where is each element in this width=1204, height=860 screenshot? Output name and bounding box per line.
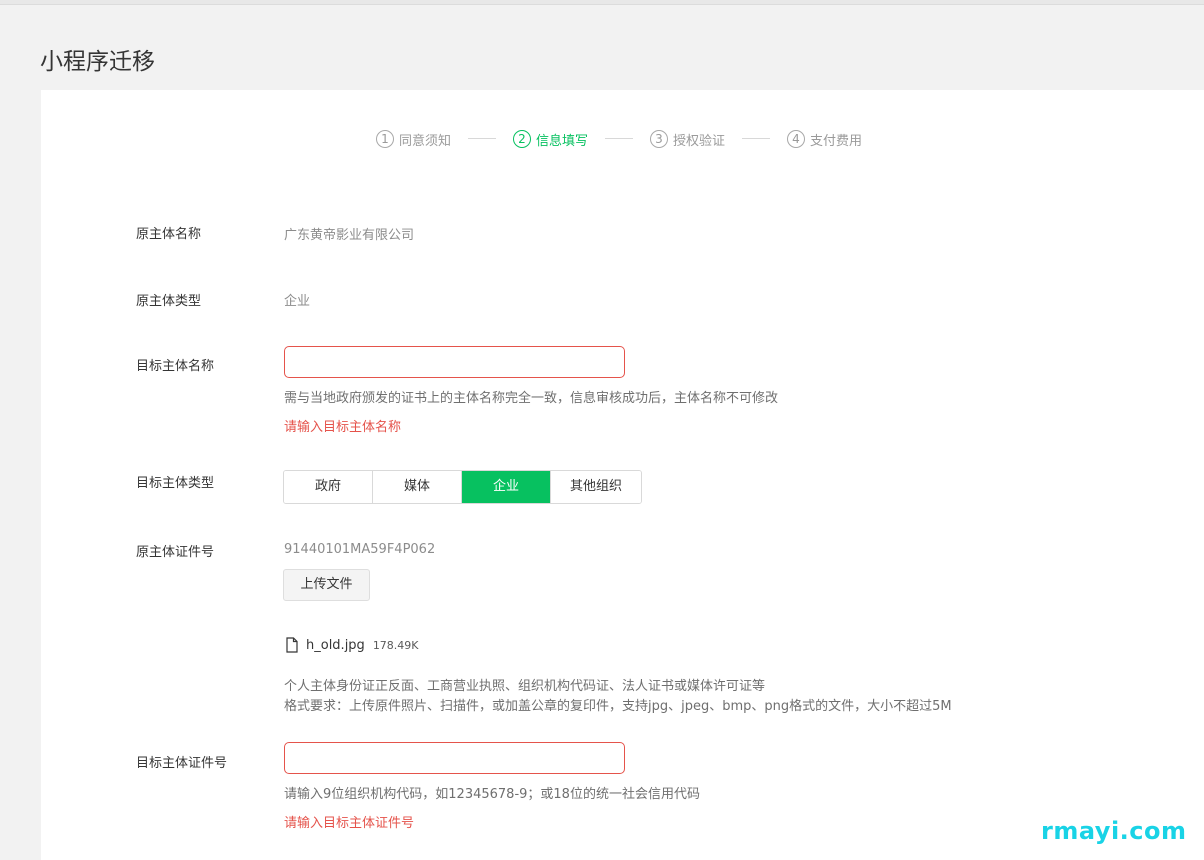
step-4-label: 支付费用	[810, 133, 863, 149]
target-name-error: 请输入目标主体名称	[284, 420, 402, 435]
step-divider	[605, 138, 633, 139]
target-name-hint: 需与当地政府颁发的证书上的主体名称完全一致，信息审核成功后，主体名称不可修改	[284, 391, 779, 406]
step-1-label: 同意须知	[399, 133, 452, 149]
file-name: h_old.jpg	[306, 637, 365, 653]
step-2: 2 信息填写	[513, 128, 588, 150]
step-1-number: 1	[376, 130, 394, 148]
uploaded-file[interactable]: h_old.jpg 178.49K	[286, 636, 419, 654]
cert-hint-format: 格式要求：上传原件照片、扫描件，或加盖公章的复印件，支持jpg、jpeg、bmp…	[284, 699, 952, 714]
step-divider	[742, 138, 770, 139]
step-divider	[468, 138, 496, 139]
step-4-number: 4	[787, 130, 805, 148]
type-option-enterprise[interactable]: 企业	[462, 471, 551, 503]
original-name-label: 原主体名称	[136, 227, 202, 242]
step-2-number: 2	[513, 130, 531, 148]
step-3: 3 授权验证	[650, 128, 725, 150]
step-3-number: 3	[650, 130, 668, 148]
original-name-value: 广东黄帝影业有限公司	[284, 228, 415, 243]
step-1: 1 同意须知	[376, 128, 451, 150]
target-cert-label: 目标主体证件号	[136, 756, 228, 771]
file-icon	[286, 637, 298, 653]
watermark-text: rmayi.com	[1041, 817, 1187, 845]
step-3-label: 授权验证	[673, 133, 726, 149]
cert-hint-types: 个人主体身份证正反面、工商营业执照、组织机构代码证、法人证书或媒体许可证等	[284, 679, 766, 694]
target-name-input[interactable]	[284, 346, 625, 378]
original-type-value: 企业	[284, 294, 311, 309]
step-4: 4 支付费用	[787, 128, 862, 150]
target-name-label: 目标主体名称	[136, 359, 215, 374]
step-2-label: 信息填写	[536, 133, 589, 149]
target-cert-input[interactable]	[284, 742, 625, 774]
target-type-selector: 政府 媒体 企业 其他组织	[283, 470, 642, 504]
target-cert-error: 请输入目标主体证件号	[284, 816, 415, 831]
original-cert-label: 原主体证件号	[136, 545, 215, 560]
page-title: 小程序迁移	[40, 49, 155, 75]
original-cert-value: 91440101MA59F4P062	[284, 542, 436, 557]
type-option-other-org[interactable]: 其他组织	[551, 471, 641, 503]
type-option-media[interactable]: 媒体	[373, 471, 462, 503]
target-type-label: 目标主体类型	[136, 476, 215, 491]
top-bar	[0, 0, 1204, 5]
upload-file-button[interactable]: 上传文件	[283, 569, 370, 601]
type-option-government[interactable]: 政府	[284, 471, 373, 503]
step-indicator: 1 同意须知 2 信息填写 3 授权验证 4 支付费用	[0, 128, 1204, 150]
file-size: 178.49K	[372, 638, 419, 652]
original-type-label: 原主体类型	[136, 294, 202, 309]
target-cert-hint: 请输入9位组织机构代码，如12345678-9；或18位的统一社会信用代码	[284, 787, 700, 802]
